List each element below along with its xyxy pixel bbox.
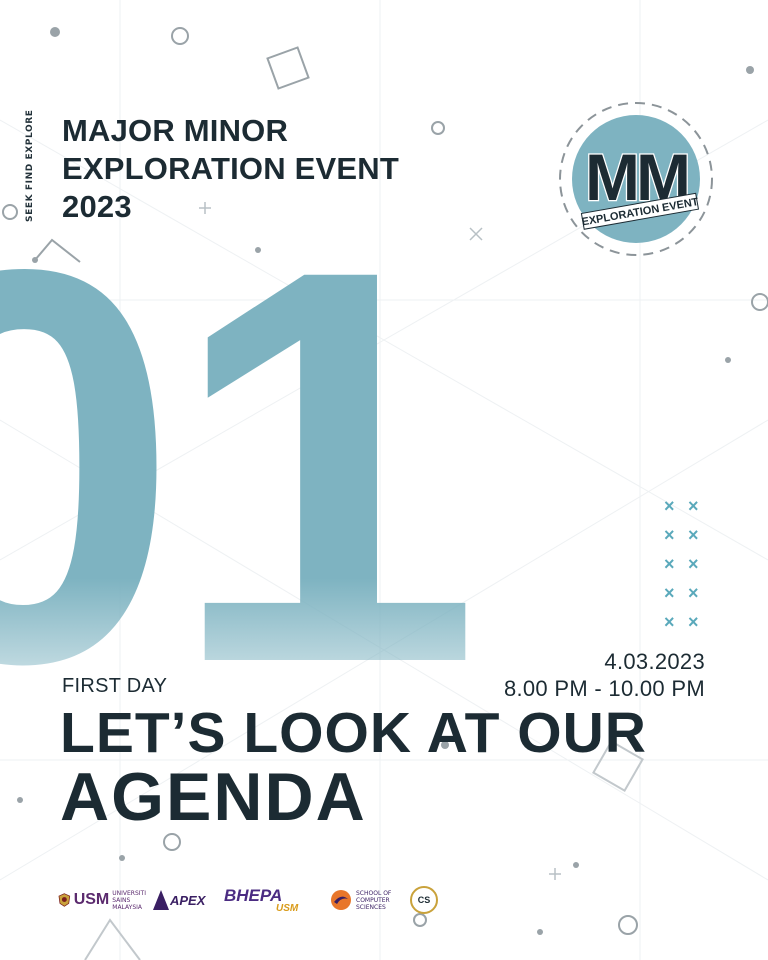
cross-icon: × <box>688 583 699 603</box>
poster: 01 SEEK FIND EXPLORE MAJOR MINOR EXPLORA… <box>0 0 768 960</box>
event-title-line-3: 2023 <box>62 189 132 224</box>
usm-text-3: MALAYSIA <box>112 903 143 911</box>
cross-icon: × <box>664 612 675 632</box>
usm-mark: USM <box>73 891 110 908</box>
event-date: 4.03.2023 <box>604 649 705 674</box>
cross-icon: × <box>664 525 675 545</box>
headline-line-2: AGENDA <box>60 759 367 835</box>
cross-icon: × <box>664 496 675 516</box>
day-label: FIRST DAY <box>62 675 168 697</box>
bhepa-text: BHEPA <box>224 885 283 905</box>
usm-text-2: SAINS <box>112 896 131 904</box>
cs-line-2: COMPUTER <box>356 896 390 904</box>
sponsor-logos: USM UNIVERSITI SAINS MALAYSIA APEX BHEPA… <box>58 882 448 918</box>
cross-icon: × <box>688 496 699 516</box>
date-time: 4.03.2023 8.00 PM - 10.00 PM <box>504 648 705 702</box>
event-title-line-1: MAJOR MINOR <box>62 113 289 148</box>
apex-logo: APEX <box>152 882 210 918</box>
bhepa-sub: USM <box>276 902 299 914</box>
tagline: SEEK FIND EXPLORE <box>25 109 35 222</box>
event-time: 8.00 PM - 10.00 PM <box>503 676 705 701</box>
usm-logo: USM UNIVERSITI SAINS MALAYSIA <box>58 882 146 918</box>
cross-icon: × <box>688 612 699 632</box>
event-title-line-2: EXPLORATION EVENT <box>62 151 399 186</box>
cs-badge-text: CS <box>417 895 431 905</box>
swirl-icon <box>331 890 351 910</box>
bhepa-logo: BHEPA USM <box>224 882 312 918</box>
cross-icon: × <box>664 583 675 603</box>
cs-line-3: SCIENCES <box>356 903 386 911</box>
apex-triangle-icon <box>153 890 169 910</box>
cross-icon: × <box>664 554 675 574</box>
cross-icon: × <box>688 554 699 574</box>
headline-line-1: LET’S LOOK AT OUR <box>60 701 647 765</box>
school-of-computer-sciences-logo: SCHOOL OF COMPUTER SCIENCES <box>330 882 402 918</box>
event-logo: MM EXPLORATION EVENT <box>559 102 713 256</box>
event-title: MAJOR MINOR EXPLORATION EVENT 2023 <box>62 112 399 226</box>
cross-icon: × <box>688 525 699 545</box>
usm-text-1: UNIVERSITI <box>112 889 146 897</box>
headline: LET’S LOOK AT OUR AGENDA <box>60 701 647 835</box>
usm-crest-icon <box>58 893 71 907</box>
cs-line-1: SCHOOL OF <box>356 889 392 897</box>
apex-text: APEX <box>170 892 206 908</box>
cs-badge-logo: CS <box>410 882 440 918</box>
